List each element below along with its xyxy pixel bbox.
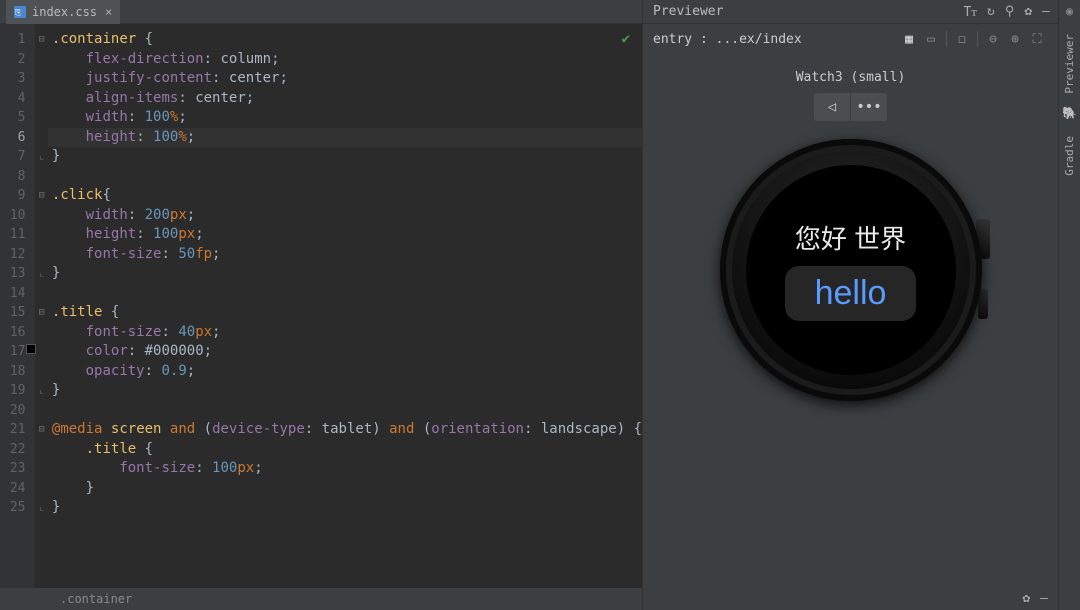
gear-icon[interactable]: ✿ [1024,4,1032,19]
previewer-subheader: entry : ...ex/index ▦ ▭ ◻ ⊖ ⊕ ⛶ [643,24,1058,54]
refresh-icon[interactable]: ↻ [987,4,995,19]
line-number: 21 [0,420,35,440]
code-area[interactable]: 1 2 3 4 5 6 7 8 9 10 11 12 13 14 15 16 1… [0,24,642,588]
line-number-gutter: 1 2 3 4 5 6 7 8 9 10 11 12 13 14 15 16 1… [0,24,35,588]
line-number: 8 [0,167,35,187]
tool-gradle[interactable]: Gradle [1063,136,1076,176]
previewer-body: Watch3 (small) ◁ ••• 您好 世界 hello [643,54,1058,586]
minimize-icon[interactable]: — [1042,4,1050,19]
fold-column: ⊟⌞ ⊟⌞ ⊟⌞ ⊟⌞ [35,24,47,588]
line-number: 15 [0,303,35,323]
right-tool-strip: ◉ Previewer 🐘 Gradle [1058,0,1080,610]
crop-icon[interactable]: ◻ [951,32,973,47]
gradle-icon[interactable]: 🐘 [1062,106,1077,120]
code-lines[interactable]: ✔ .container { flex-direction: column; j… [48,24,642,588]
css-file-icon: ⎘ [14,6,26,18]
line-number: 20 [0,401,35,421]
line-number: 4 [0,89,35,109]
line-number: 3 [0,69,35,89]
line-number: 9 [0,186,35,206]
editor-pane: ⎘ index.css × 1 2 3 4 5 6 7 8 9 10 11 12… [0,0,642,610]
line-number: 6 [0,128,35,148]
back-button[interactable]: ◁ [814,93,850,121]
zoom-in-icon[interactable]: ⊕ [1004,32,1026,47]
line-number: 18 [0,362,35,382]
line-number: 22 [0,440,35,460]
gear-icon[interactable]: ✿ [1022,591,1030,606]
inspection-ok-icon: ✔ [622,30,630,50]
previewer-header: Previewer Tᴛ ↻ ⚲ ✿ — [643,0,1058,24]
line-number: 14 [0,284,35,304]
previewer-panel: Previewer Tᴛ ↻ ⚲ ✿ — entry : ...ex/index… [642,0,1058,610]
line-number: 2 [0,50,35,70]
line-number: 23 [0,459,35,479]
line-number: 25 [0,498,35,518]
previewer-footer: ✿ — [643,586,1058,610]
line-number: 16 [0,323,35,343]
zoom-out-icon[interactable]: ⊖ [982,32,1004,47]
thumbnail-icon[interactable]: ▭ [920,32,942,47]
line-number: 1 [0,30,35,50]
watch-hello-button[interactable]: hello [785,266,917,321]
color-swatch-icon [26,344,36,354]
breadcrumb[interactable]: .container [0,588,642,610]
watch-title-text: 您好 世界 [795,219,906,256]
eye-icon[interactable]: ◉ [1066,4,1073,18]
line-number: 5 [0,108,35,128]
file-tab-index-css[interactable]: ⎘ index.css × [6,0,120,24]
watch-device-preview: 您好 世界 hello [720,139,982,401]
device-label: Watch3 (small) [796,70,906,85]
previewer-title: Previewer [653,4,723,19]
tab-filename: index.css [32,5,97,19]
line-number: 7 [0,147,35,167]
line-number: 24 [0,479,35,499]
nav-buttons: ◁ ••• [814,93,887,121]
close-icon[interactable]: × [105,5,112,19]
text-size-icon[interactable]: Tᴛ [963,4,977,20]
grid-view-icon[interactable]: ▦ [898,32,920,47]
line-number: 13 [0,264,35,284]
line-number: 10 [0,206,35,226]
fullscreen-icon[interactable]: ⛶ [1026,32,1048,47]
watch-screen[interactable]: 您好 世界 hello [746,165,956,375]
filter-icon[interactable]: ⚲ [1005,4,1015,19]
line-number: 19 [0,381,35,401]
svg-text:⎘: ⎘ [15,8,22,17]
line-number: 11 [0,225,35,245]
more-button[interactable]: ••• [851,93,887,121]
tab-bar: ⎘ index.css × [0,0,642,24]
tool-previewer[interactable]: Previewer [1063,34,1076,94]
minimize-icon[interactable]: — [1040,591,1048,606]
entry-path[interactable]: entry : ...ex/index [653,32,802,47]
line-number: 12 [0,245,35,265]
